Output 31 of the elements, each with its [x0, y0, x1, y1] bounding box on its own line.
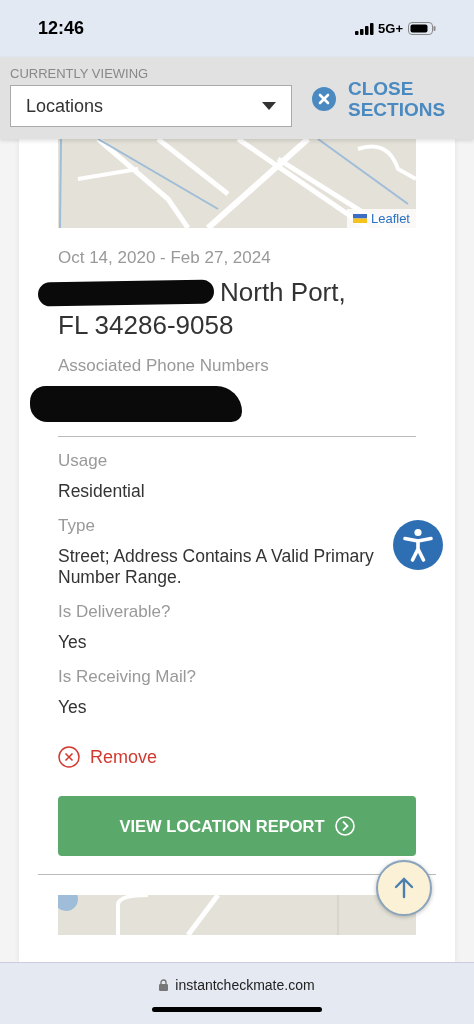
close-icon	[58, 746, 80, 768]
field-value: Yes	[58, 632, 88, 653]
battery-icon	[408, 22, 436, 35]
url-field[interactable]: instantcheckmate.com	[159, 977, 315, 993]
close-icon	[312, 87, 336, 111]
field-value: Yes	[58, 697, 88, 718]
view-report-button[interactable]: VIEW LOCATION REPORT	[58, 796, 416, 856]
header-label: CURRENTLY VIEWING	[10, 66, 150, 81]
field-label: Is Deliverable?	[58, 602, 172, 622]
chevron-icon	[334, 816, 355, 836]
remove-link[interactable]: Remove	[58, 746, 158, 768]
close-sections-button[interactable]: CLOSE SECTIONS	[312, 78, 448, 120]
caret-icon	[262, 102, 276, 110]
address-line: FL 34286-9058	[58, 309, 234, 342]
flag-icon	[352, 214, 367, 223]
field-label: Type	[58, 516, 96, 536]
date-range: Oct 14, 2020 - Feb 27, 2024	[58, 248, 272, 268]
address-line: North Port,	[220, 276, 346, 309]
field-label: Is Receiving Mail?	[58, 667, 197, 687]
section-dropdown[interactable]: Locations	[10, 85, 292, 127]
signal-icon	[355, 22, 376, 35]
accessibility-icon[interactable]	[393, 520, 443, 570]
field-value: Residential	[58, 481, 146, 502]
map-attribution[interactable]: Leaflet	[346, 209, 416, 228]
field-label: Usage	[58, 451, 109, 471]
up-arrow-icon	[392, 876, 416, 900]
network-label: 5G+	[378, 21, 403, 36]
lock-icon	[159, 979, 169, 991]
status-time: 12:46	[38, 18, 85, 39]
field-value: Street; Address Contains A Valid Primary Number Range.	[58, 546, 375, 588]
field-label: Associated Phone Numbers	[58, 356, 270, 376]
